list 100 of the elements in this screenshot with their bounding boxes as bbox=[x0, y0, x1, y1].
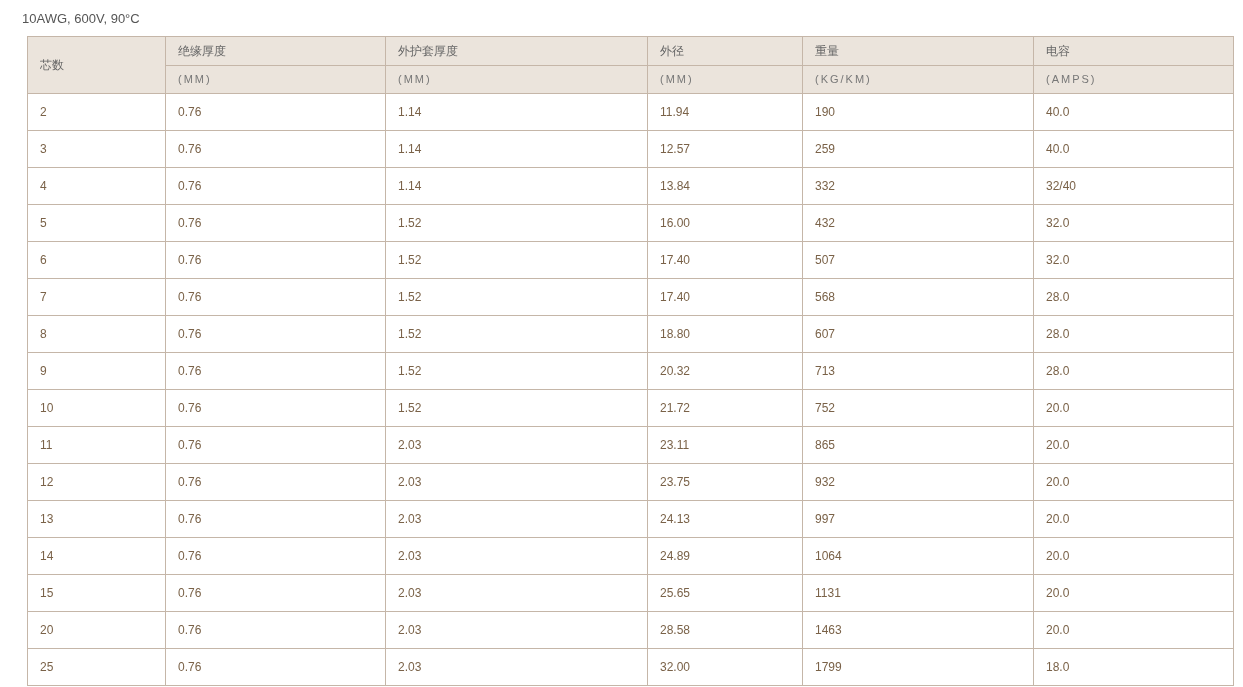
table-cell: 25.65 bbox=[647, 574, 803, 612]
table-cell: 4 bbox=[27, 167, 166, 205]
header-cell: 芯数 bbox=[27, 36, 166, 94]
table-cell: 190 bbox=[802, 93, 1034, 131]
table-cell: 13 bbox=[27, 500, 166, 538]
table-cell: 24.13 bbox=[647, 500, 803, 538]
table-cell: 1.52 bbox=[385, 389, 648, 427]
table-cell: 28.58 bbox=[647, 611, 803, 649]
unit-cell: (MM) bbox=[165, 65, 386, 94]
table-cell: 0.76 bbox=[165, 611, 386, 649]
table-cell: 13.84 bbox=[647, 167, 803, 205]
table-cell: 23.11 bbox=[647, 426, 803, 464]
table-cell: 20.0 bbox=[1033, 537, 1234, 575]
unit-cell: (AMPS) bbox=[1033, 65, 1234, 94]
table-cell: 23.75 bbox=[647, 463, 803, 501]
table-cell: 0.76 bbox=[165, 167, 386, 205]
header-cell: 重量 bbox=[802, 36, 1034, 66]
table-cell: 1.52 bbox=[385, 204, 648, 242]
table-cell: 0.76 bbox=[165, 352, 386, 390]
table-cell: 6 bbox=[27, 241, 166, 279]
table-cell: 8 bbox=[27, 315, 166, 353]
table-cell: 432 bbox=[802, 204, 1034, 242]
table-cell: 2.03 bbox=[385, 574, 648, 612]
table-cell: 2.03 bbox=[385, 500, 648, 538]
table-cell: 0.76 bbox=[165, 426, 386, 464]
table-cell: 15 bbox=[27, 574, 166, 612]
table-cell: 0.76 bbox=[165, 389, 386, 427]
table-cell: 28.0 bbox=[1033, 352, 1234, 390]
table-cell: 0.76 bbox=[165, 537, 386, 575]
table-cell: 1.52 bbox=[385, 352, 648, 390]
table-cell: 932 bbox=[802, 463, 1034, 501]
table-cell: 607 bbox=[802, 315, 1034, 353]
table-cell: 0.76 bbox=[165, 500, 386, 538]
table-cell: 20.0 bbox=[1033, 611, 1234, 649]
table-cell: 17.40 bbox=[647, 241, 803, 279]
table-cell: 17.40 bbox=[647, 278, 803, 316]
table-cell: 20.0 bbox=[1033, 574, 1234, 612]
table-cell: 1.52 bbox=[385, 315, 648, 353]
table-cell: 1.14 bbox=[385, 93, 648, 131]
table-cell: 2.03 bbox=[385, 463, 648, 501]
table-cell: 20.0 bbox=[1033, 463, 1234, 501]
table-cell: 2.03 bbox=[385, 426, 648, 464]
table-cell: 40.0 bbox=[1033, 130, 1234, 168]
table-cell: 0.76 bbox=[165, 463, 386, 501]
table-cell: 28.0 bbox=[1033, 315, 1234, 353]
table-cell: 20 bbox=[27, 611, 166, 649]
table-cell: 7 bbox=[27, 278, 166, 316]
table-cell: 0.76 bbox=[165, 648, 386, 686]
table-cell: 0.76 bbox=[165, 315, 386, 353]
table-cell: 14 bbox=[27, 537, 166, 575]
table-cell: 0.76 bbox=[165, 204, 386, 242]
table-cell: 1.14 bbox=[385, 130, 648, 168]
header-cell: 绝缘厚度 bbox=[165, 36, 386, 66]
table-cell: 28.0 bbox=[1033, 278, 1234, 316]
table-cell: 2.03 bbox=[385, 648, 648, 686]
table-cell: 1463 bbox=[802, 611, 1034, 649]
unit-cell: (MM) bbox=[647, 65, 803, 94]
table-cell: 1.52 bbox=[385, 241, 648, 279]
table-cell: 11.94 bbox=[647, 93, 803, 131]
table-cell: 752 bbox=[802, 389, 1034, 427]
header-cell: 外径 bbox=[647, 36, 803, 66]
unit-cell: (MM) bbox=[385, 65, 648, 94]
table-cell: 0.76 bbox=[165, 130, 386, 168]
table-cell: 25 bbox=[27, 648, 166, 686]
table-cell: 11 bbox=[27, 426, 166, 464]
header-cell: 外护套厚度 bbox=[385, 36, 648, 66]
table-cell: 1131 bbox=[802, 574, 1034, 612]
table-cell: 5 bbox=[27, 204, 166, 242]
table-cell: 259 bbox=[802, 130, 1034, 168]
table-cell: 2 bbox=[27, 93, 166, 131]
table-cell: 0.76 bbox=[165, 93, 386, 131]
table-cell: 0.76 bbox=[165, 241, 386, 279]
table-cell: 0.76 bbox=[165, 574, 386, 612]
table-cell: 20.0 bbox=[1033, 500, 1234, 538]
table-cell: 32.0 bbox=[1033, 204, 1234, 242]
table-cell: 24.89 bbox=[647, 537, 803, 575]
table-cell: 12 bbox=[27, 463, 166, 501]
table-cell: 40.0 bbox=[1033, 93, 1234, 131]
table-cell: 32/40 bbox=[1033, 167, 1234, 205]
table-cell: 32.00 bbox=[647, 648, 803, 686]
table-cell: 1.14 bbox=[385, 167, 648, 205]
table-cell: 18.80 bbox=[647, 315, 803, 353]
table-cell: 20.0 bbox=[1033, 426, 1234, 464]
table-cell: 10 bbox=[27, 389, 166, 427]
table-cell: 21.72 bbox=[647, 389, 803, 427]
unit-cell: (KG/KM) bbox=[802, 65, 1034, 94]
table-cell: 0.76 bbox=[165, 278, 386, 316]
table-cell: 1.52 bbox=[385, 278, 648, 316]
table-cell: 3 bbox=[27, 130, 166, 168]
table-cell: 1799 bbox=[802, 648, 1034, 686]
header-cell: 电容 bbox=[1033, 36, 1234, 66]
table-cell: 1064 bbox=[802, 537, 1034, 575]
spec-title: 10AWG, 600V, 90°C bbox=[22, 11, 140, 26]
table-cell: 18.0 bbox=[1033, 648, 1234, 686]
table-cell: 997 bbox=[802, 500, 1034, 538]
table-cell: 865 bbox=[802, 426, 1034, 464]
table-cell: 9 bbox=[27, 352, 166, 390]
table-cell: 20.32 bbox=[647, 352, 803, 390]
table-cell: 2.03 bbox=[385, 537, 648, 575]
table-cell: 2.03 bbox=[385, 611, 648, 649]
